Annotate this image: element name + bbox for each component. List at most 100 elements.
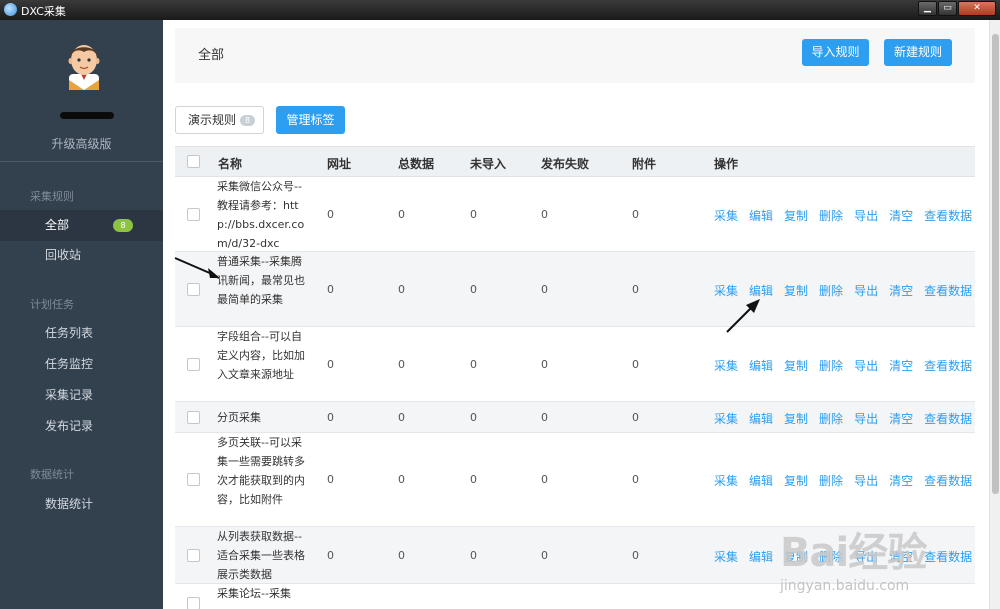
manage-tags-button[interactable]: 管理标签: [276, 106, 345, 134]
sidebar-item-task-monitor[interactable]: 任务监控: [0, 349, 163, 380]
sidebar-item-collect-log[interactable]: 采集记录: [0, 380, 163, 411]
watermark-url: jingyan.baidu.com: [780, 578, 910, 594]
watermark-logo: Bai经验: [780, 530, 927, 576]
action-delete-link[interactable]: 删除: [819, 282, 843, 299]
action-export-link[interactable]: 导出: [854, 410, 878, 427]
sidebar-item-all[interactable]: 全部 8: [0, 210, 163, 241]
action-clear-link[interactable]: 清空: [889, 207, 913, 224]
cell-failed: 0: [541, 208, 548, 221]
action-export-link[interactable]: 导出: [854, 472, 878, 489]
cell-failed: 0: [541, 549, 548, 562]
row-checkbox[interactable]: [187, 283, 200, 296]
action-edit-link[interactable]: 编辑: [749, 548, 773, 565]
arrow-pointer-icon: [174, 257, 220, 278]
arrow-pointer-icon: [726, 299, 760, 333]
cell-unimported: 0: [470, 208, 477, 221]
action-delete-link[interactable]: 删除: [819, 410, 843, 427]
action-delete-link[interactable]: 删除: [819, 357, 843, 374]
demo-rules-button[interactable]: 演示规则 8: [175, 106, 264, 134]
scrollbar-thumb[interactable]: [992, 34, 999, 494]
avatar-icon[interactable]: [61, 40, 107, 90]
action-edit-link[interactable]: 编辑: [749, 207, 773, 224]
close-icon[interactable]: ✕: [958, 1, 996, 16]
action-edit-link[interactable]: 编辑: [749, 410, 773, 427]
window-controls: ▁ ▭ ✕: [918, 1, 996, 16]
action-clear-link[interactable]: 清空: [889, 472, 913, 489]
action-copy-link[interactable]: 复制: [784, 282, 808, 299]
col-url: 网址: [327, 157, 352, 171]
sidebar-section-tasks: 计划任务: [30, 298, 74, 311]
cell-total: 0: [398, 411, 405, 424]
action-clear-link[interactable]: 清空: [889, 357, 913, 374]
cell-failed: 0: [541, 358, 548, 371]
cell-total: 0: [398, 358, 405, 371]
action-collect-link[interactable]: 采集: [714, 357, 738, 374]
cell-url: 0: [327, 283, 334, 296]
cell-total: 0: [398, 549, 405, 562]
new-rule-button[interactable]: 新建规则: [884, 39, 952, 66]
table-row[interactable]: 普通采集--采集腾讯新闻，最常见也最简单的采集 0 0 0 0 0 采集 编辑 复制 删除 导出 清空…: [175, 252, 975, 327]
action-export-link[interactable]: 导出: [854, 282, 878, 299]
minimize-icon[interactable]: ▁: [918, 1, 937, 16]
action-view-data-link[interactable]: 查看数据: [924, 472, 972, 489]
sidebar-item-task-list[interactable]: 任务列表: [0, 318, 163, 349]
sidebar-item-publish-log[interactable]: 发布记录: [0, 411, 163, 442]
cell-url: 0: [327, 549, 334, 562]
action-view-data-link[interactable]: 查看数据: [924, 410, 972, 427]
row-actions: 采集 编辑 复制 删除 导出 清空 查看数据: [714, 207, 972, 224]
row-checkbox[interactable]: [187, 597, 200, 609]
cell-attach: 0: [632, 411, 639, 424]
cell-url: 0: [327, 411, 334, 424]
col-failed: 发布失败: [541, 157, 590, 171]
cell-unimported: 0: [470, 411, 477, 424]
table-row[interactable]: 采集微信公众号--教程请参考：http://bbs.dxcer.com/d/32…: [175, 177, 975, 252]
vertical-scrollbar[interactable]: [989, 20, 1000, 609]
row-checkbox[interactable]: [187, 411, 200, 424]
count-badge: 8: [113, 219, 133, 232]
sidebar-item-stats[interactable]: 数据统计: [0, 489, 163, 520]
sidebar-item-recycle[interactable]: 回收站: [0, 240, 163, 271]
col-actions: 操作: [714, 157, 739, 171]
action-edit-link[interactable]: 编辑: [749, 472, 773, 489]
select-all-checkbox[interactable]: [187, 155, 200, 168]
cell-total: 0: [398, 473, 405, 486]
action-edit-link[interactable]: 编辑: [749, 357, 773, 374]
rule-name: 字段组合--可以自定义内容，比如加入文章来源地址: [217, 330, 305, 381]
cell-failed: 0: [541, 283, 548, 296]
sidebar-section-rules: 采集规则: [30, 190, 74, 203]
cell-attach: 0: [632, 358, 639, 371]
action-view-data-link[interactable]: 查看数据: [924, 207, 972, 224]
action-collect-link[interactable]: 采集: [714, 207, 738, 224]
action-delete-link[interactable]: 删除: [819, 207, 843, 224]
cell-unimported: 0: [470, 283, 477, 296]
action-view-data-link[interactable]: 查看数据: [924, 357, 972, 374]
row-checkbox[interactable]: [187, 473, 200, 486]
rule-name: 普通采集--采集腾讯新闻，最常见也最简单的采集: [217, 255, 305, 306]
col-name: 名称: [218, 157, 243, 171]
maximize-icon[interactable]: ▭: [938, 1, 957, 16]
action-clear-link[interactable]: 清空: [889, 282, 913, 299]
table-row[interactable]: 分页采集 0 0 0 0 0 采集 编辑 复制 删除 导出 清空 查看数据: [175, 402, 975, 433]
action-export-link[interactable]: 导出: [854, 357, 878, 374]
action-copy-link[interactable]: 复制: [784, 410, 808, 427]
action-copy-link[interactable]: 复制: [784, 207, 808, 224]
import-rules-button[interactable]: 导入规则: [802, 39, 869, 66]
action-copy-link[interactable]: 复制: [784, 472, 808, 489]
action-clear-link[interactable]: 清空: [889, 410, 913, 427]
sidebar-divider: [0, 161, 163, 162]
sidebar-item-label: 全部: [45, 218, 70, 232]
cell-failed: 0: [541, 473, 548, 486]
action-collect-link[interactable]: 采集: [714, 410, 738, 427]
action-copy-link[interactable]: 复制: [784, 357, 808, 374]
action-collect-link[interactable]: 采集: [714, 472, 738, 489]
table-row[interactable]: 字段组合--可以自定义内容，比如加入文章来源地址 0 0 0 0 0 采集 编辑 复制 删除 导出清…: [175, 327, 975, 402]
watermark: Bai经验 jingyan.baidu.com: [780, 500, 980, 600]
action-collect-link[interactable]: 采集: [714, 548, 738, 565]
row-checkbox[interactable]: [187, 358, 200, 371]
row-checkbox[interactable]: [187, 208, 200, 221]
action-export-link[interactable]: 导出: [854, 207, 878, 224]
action-view-data-link[interactable]: 查看数据: [924, 282, 972, 299]
action-delete-link[interactable]: 删除: [819, 472, 843, 489]
upgrade-link[interactable]: 升级高级版: [0, 135, 163, 152]
row-checkbox[interactable]: [187, 549, 200, 562]
